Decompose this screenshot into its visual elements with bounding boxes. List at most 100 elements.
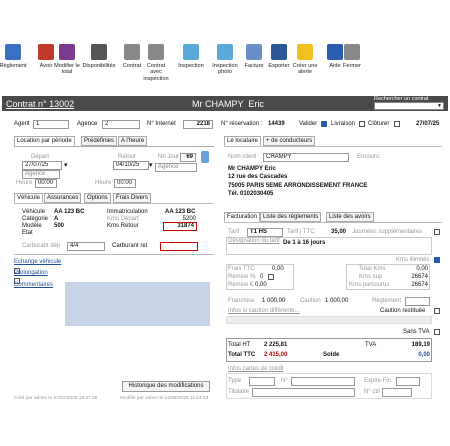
toolbar-inspection-button[interactable]: Inspection xyxy=(176,44,206,69)
totalttc-value: 2 415,00 xyxy=(264,352,288,358)
carbret-select[interactable] xyxy=(160,242,198,251)
agent-label: Agent xyxy=(14,121,30,127)
reglement-select[interactable] xyxy=(405,297,430,306)
depart-label: Départ xyxy=(31,154,50,160)
word-export-icon xyxy=(271,44,287,60)
toolbar-car-availability-button[interactable]: Disponibilités xyxy=(82,44,116,69)
payment-icon xyxy=(5,44,21,60)
tab-location-periode[interactable]: Location par période xyxy=(14,136,75,146)
kmsdep-label: Kms Départ xyxy=(107,216,139,222)
nbjour-input[interactable]: 69 xyxy=(180,153,196,162)
cb-type-input[interactable] xyxy=(249,377,275,386)
toolbar-label: Exporter xyxy=(268,63,290,69)
toolbar-contract-inspection-button[interactable]: Contrat avec inspection xyxy=(141,44,171,82)
etat-label: Etat xyxy=(22,230,33,236)
agence-depart-select[interactable]: Agence xyxy=(22,170,60,179)
chevron-down-icon: ▼ xyxy=(437,103,442,109)
agent-select[interactable]: 1 xyxy=(33,120,69,129)
tab-liste-avoirs[interactable]: Liste des avoirs xyxy=(326,212,374,222)
tab-options[interactable]: Options xyxy=(84,193,111,203)
encours-label: Encours: xyxy=(357,154,381,160)
contract-number[interactable]: Contrat n° 13002 xyxy=(6,99,74,109)
toolbar-label: Contrat xyxy=(122,63,142,69)
totals-box xyxy=(226,338,432,362)
tab-locataire[interactable]: Le locataire xyxy=(224,136,262,146)
solde-value: 0,00 xyxy=(418,352,430,358)
tab-frais-divers[interactable]: Frais Divers xyxy=(113,193,152,203)
tab-assurances[interactable]: Assurances xyxy=(44,193,82,203)
toolbar-payment-button[interactable]: Règlement xyxy=(0,44,28,69)
cloturer-checkbox[interactable] xyxy=(394,121,400,127)
heure-retour-input[interactable]: 00:00 xyxy=(114,179,136,188)
car-availability-icon xyxy=(91,44,107,60)
cloturer-label: Clôturer xyxy=(368,121,390,127)
commentaires-link[interactable]: Commentaires xyxy=(14,282,53,288)
cb-titulaire-input[interactable] xyxy=(252,388,355,397)
cb-expire-input[interactable] xyxy=(396,377,420,386)
nomclient-select[interactable]: CHAMPY xyxy=(263,153,349,162)
commentaires-textarea[interactable] xyxy=(65,282,210,326)
tab-a-l-heure[interactable]: A l'heure xyxy=(118,136,148,146)
heure-depart-input[interactable]: 00:00 xyxy=(35,179,57,188)
frais-label: Frais TTC xyxy=(228,266,255,272)
valider-checkbox[interactable] xyxy=(321,121,327,127)
alert-icon xyxy=(297,44,313,60)
carbret-label: Carburant ret xyxy=(112,243,148,249)
toolbar-label: Disponibilités xyxy=(82,63,116,69)
agence-select[interactable]: 2 xyxy=(102,120,140,129)
caution-label: Caution xyxy=(300,298,321,304)
euro-edit-icon xyxy=(59,44,75,60)
categorie-value: A xyxy=(54,216,59,222)
caution-notes-field[interactable] xyxy=(226,316,432,324)
caution-restituee-label: Caution restituée xyxy=(380,308,426,314)
jours-supp-checkbox[interactable] xyxy=(434,229,440,235)
historique-button[interactable]: Historique des modifications xyxy=(122,381,210,392)
cb-num-input[interactable] xyxy=(291,377,355,386)
designation-value: De 1 à 16 jours xyxy=(283,240,326,246)
carbdep-select[interactable]: 4/4 xyxy=(67,242,105,251)
echange-vehicule-link[interactable]: Echange véhicule xyxy=(14,259,61,265)
toolbar-euro-edit-button[interactable]: Modifier le total xyxy=(52,44,82,76)
retour-calendar-icon[interactable]: ▾ xyxy=(149,161,153,169)
retour-date-input[interactable]: 04/10/25 xyxy=(113,161,149,170)
depart-calendar-icon[interactable]: ▾ xyxy=(64,161,68,169)
sans-tva-checkbox[interactable] xyxy=(434,329,440,335)
tarif-select[interactable]: T1 HS xyxy=(247,228,283,237)
toolbar-label: Règlement xyxy=(0,63,27,69)
remise-pct-label: Remise % xyxy=(228,274,256,280)
phone-icon[interactable] xyxy=(201,151,209,163)
tarif-ttc-value: 35,00 xyxy=(331,229,347,235)
toolbar-label: Inspection photo xyxy=(212,63,238,76)
remise-pct-checkbox[interactable] xyxy=(268,274,274,280)
prolongation-link[interactable]: Prolongation xyxy=(14,270,48,276)
immat-value: AA 123 BC xyxy=(165,209,196,215)
search-contract-select[interactable]: ▼ xyxy=(374,102,444,110)
remise-eur-value: 0,00 xyxy=(255,282,267,288)
tab-predefinies[interactable]: Prédéfinies xyxy=(81,136,118,146)
contract-inspection-icon xyxy=(148,44,164,60)
toolbar-label: Facture xyxy=(244,63,264,69)
tab-liste-reglements[interactable]: Liste des règlements xyxy=(260,212,322,222)
modified-info: Modifié par admin le 12/08/2025 11:54:33 xyxy=(120,396,209,401)
tab-conducteurs[interactable]: + de conducteurs xyxy=(263,136,316,146)
remise-eur-label: Remise € xyxy=(228,282,254,288)
invoice-icon xyxy=(246,44,262,60)
toolbar-close-button[interactable]: Fermer xyxy=(337,44,367,69)
kms-illimites-checkbox[interactable] xyxy=(434,257,440,263)
toolbar-label: Inspection xyxy=(178,63,204,69)
tva-label: TVA xyxy=(365,342,377,348)
toolbar-alert-button[interactable]: Créer une alerte xyxy=(290,44,320,76)
address-line-4: Tél. 0102030405 xyxy=(228,191,274,197)
tab-vehicule[interactable]: Véhicule xyxy=(14,193,44,203)
livraison-checkbox[interactable] xyxy=(359,121,365,127)
agence-retour-select[interactable]: Agence xyxy=(155,163,197,172)
kmsret-input[interactable]: 31874 xyxy=(163,222,197,231)
toolbar-inspection-photo-button[interactable]: Inspection photo xyxy=(210,44,240,76)
tab-facturation[interactable]: Facturation xyxy=(224,212,261,222)
internet-input[interactable]: 2218 xyxy=(183,120,213,129)
cb-nctrl-input[interactable] xyxy=(382,388,412,397)
depart-date-input[interactable]: 27/07/25 xyxy=(22,161,62,170)
kmsret-label: Kms Retour xyxy=(107,223,139,229)
caution-restituee-checkbox[interactable] xyxy=(434,308,440,314)
address-line-1: Mr CHAMPY Eric xyxy=(228,166,276,172)
